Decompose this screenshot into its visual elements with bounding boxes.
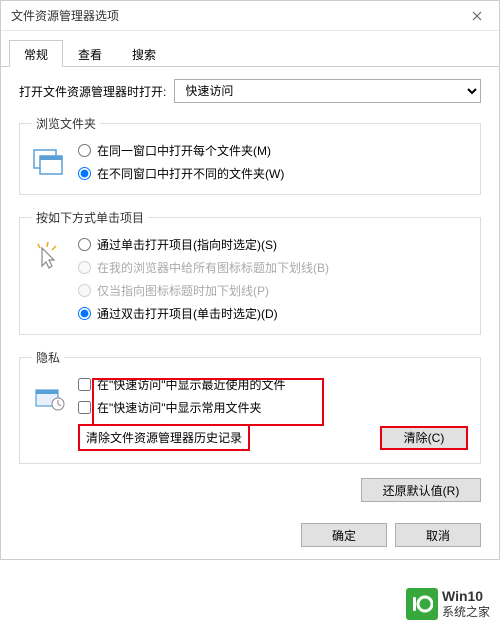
click-option-double[interactable]: 通过双击打开项目(单击时选定)(D) [78, 305, 468, 322]
click-option-single[interactable]: 通过单击打开项目(指向时选定)(S) [78, 236, 468, 253]
privacy-check-1[interactable] [78, 401, 91, 414]
browse-legend: 浏览文件夹 [32, 115, 100, 132]
tab-content: 打开文件资源管理器时打开: 快速访问 浏览文件夹 在同一窗口中打开每个文件夹(M… [1, 67, 499, 514]
open-target-select[interactable]: 快速访问 [174, 79, 481, 103]
restore-defaults-button[interactable]: 还原默认值(R) [361, 478, 481, 502]
ok-button[interactable]: 确定 [301, 523, 387, 547]
tab-search[interactable]: 搜索 [117, 40, 171, 67]
cursor-click-icon [32, 240, 66, 274]
click-radio-3[interactable] [78, 307, 91, 320]
browse-group: 浏览文件夹 在同一窗口中打开每个文件夹(M) 在不同窗口中打开不同的文件夹(W) [19, 115, 481, 195]
privacy-option-recent-files[interactable]: 在"快速访问"中显示最近使用的文件 [78, 376, 468, 393]
close-icon [472, 11, 482, 21]
click-radio-1 [78, 261, 91, 274]
open-target-label: 打开文件资源管理器时打开: [19, 83, 166, 100]
browse-radio-1[interactable] [78, 167, 91, 180]
privacy-icon [32, 380, 66, 414]
click-option-underline-point: 仅当指向图标标题时加下划线(P) [78, 282, 468, 299]
clear-history-label: 清除文件资源管理器历史记录 [78, 424, 250, 451]
close-button[interactable] [454, 1, 499, 31]
tab-view[interactable]: 查看 [63, 40, 117, 67]
dialog-window: 文件资源管理器选项 常规 查看 搜索 打开文件资源管理器时打开: 快速访问 浏览… [0, 0, 500, 560]
cancel-button[interactable]: 取消 [395, 523, 481, 547]
privacy-legend: 隐私 [32, 349, 64, 366]
clear-button[interactable]: 清除(C) [380, 426, 468, 450]
watermark: Win10 系统之家 [406, 588, 490, 620]
titlebar: 文件资源管理器选项 [1, 1, 499, 31]
watermark-text: Win10 系统之家 [442, 588, 490, 619]
privacy-group: 隐私 在"快速访问"中显示最近使用的文件 在"快速访问"中显示常用文件夹 [19, 349, 481, 464]
watermark-logo-icon [406, 588, 438, 620]
click-option-underline-all: 在我的浏览器中给所有图标标题加下划线(B) [78, 259, 468, 276]
browse-option-different-window[interactable]: 在不同窗口中打开不同的文件夹(W) [78, 165, 468, 182]
click-radio-0[interactable] [78, 238, 91, 251]
tab-general[interactable]: 常规 [9, 40, 63, 67]
privacy-option-frequent-folders[interactable]: 在"快速访问"中显示常用文件夹 [78, 399, 468, 416]
folder-window-icon [32, 146, 66, 180]
tab-bar: 常规 查看 搜索 [1, 39, 499, 67]
open-target-row: 打开文件资源管理器时打开: 快速访问 [19, 79, 481, 103]
click-group: 按如下方式单击项目 通过单击打开项目(指向时选定)(S) 在我的浏览器中给所有图… [19, 209, 481, 335]
browse-radio-0[interactable] [78, 144, 91, 157]
click-radio-2 [78, 284, 91, 297]
window-title: 文件资源管理器选项 [11, 7, 119, 24]
click-legend: 按如下方式单击项目 [32, 209, 148, 226]
browse-option-same-window[interactable]: 在同一窗口中打开每个文件夹(M) [78, 142, 468, 159]
privacy-check-0[interactable] [78, 378, 91, 391]
dialog-footer: 确定 取消 [301, 523, 481, 547]
